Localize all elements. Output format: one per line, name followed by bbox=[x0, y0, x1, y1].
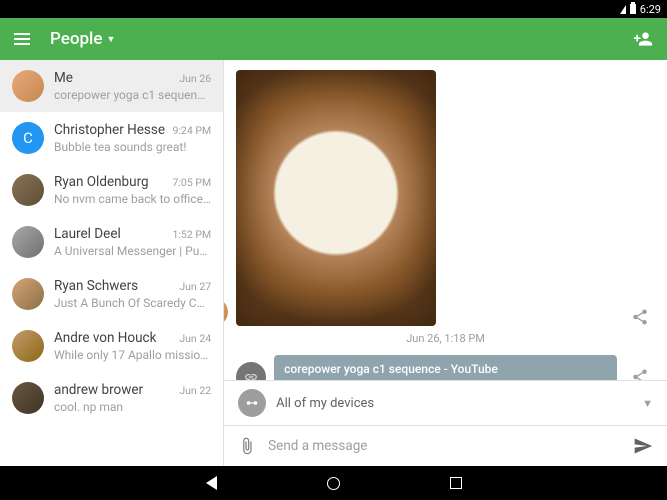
link-message-row: corepower yoga c1 sequence - YouTube you… bbox=[236, 355, 655, 380]
conversation-time: Jun 24 bbox=[179, 332, 211, 345]
message-list: Jun 26, 1:18 PM corepower yoga c1 sequen… bbox=[224, 60, 667, 380]
message-image[interactable] bbox=[236, 70, 436, 326]
conversation-preview: Bubble tea sounds great! bbox=[54, 140, 211, 154]
conversation-name: Laurel Deel bbox=[54, 226, 121, 242]
title-dropdown[interactable]: People ▼ bbox=[50, 29, 115, 49]
avatar bbox=[12, 330, 44, 362]
link-source-icon bbox=[236, 362, 266, 380]
avatar: C bbox=[12, 122, 44, 154]
chevron-down-icon: ▼ bbox=[642, 397, 653, 410]
recents-button[interactable] bbox=[450, 477, 462, 489]
conversation-preview: Just A Bunch Of Scaredy Cats! - YouTube bbox=[54, 296, 211, 310]
signal-icon bbox=[620, 5, 626, 14]
message-avatar bbox=[224, 298, 228, 326]
devices-icon bbox=[238, 389, 266, 417]
battery-icon bbox=[630, 4, 636, 14]
conversation-name: Me bbox=[54, 70, 73, 86]
conversation-time: Jun 27 bbox=[179, 280, 211, 293]
conversation-time: 1:52 PM bbox=[172, 228, 211, 241]
send-button[interactable] bbox=[633, 436, 653, 456]
main-content: Me Jun 26 corepower yoga c1 sequence - Y… bbox=[0, 60, 667, 466]
link-bubble[interactable]: corepower yoga c1 sequence - YouTube you… bbox=[274, 355, 617, 380]
conversation-list: Me Jun 26 corepower yoga c1 sequence - Y… bbox=[0, 60, 224, 466]
app-bar: People ▼ bbox=[0, 18, 667, 60]
link-title: corepower yoga c1 sequence - YouTube bbox=[284, 362, 607, 376]
conversation-item[interactable]: andrew brower Jun 22 cool. np man bbox=[0, 372, 223, 424]
avatar bbox=[12, 278, 44, 310]
conversation-time: Jun 26 bbox=[179, 72, 211, 85]
conversation-preview: cool. np man bbox=[54, 400, 211, 414]
share-icon[interactable] bbox=[625, 308, 655, 326]
back-button[interactable] bbox=[206, 476, 217, 490]
chevron-down-icon: ▼ bbox=[107, 34, 116, 45]
chat-pane: Jun 26, 1:18 PM corepower yoga c1 sequen… bbox=[224, 60, 667, 466]
attachment-icon[interactable] bbox=[238, 437, 256, 455]
add-contact-icon[interactable] bbox=[633, 29, 653, 49]
conversation-item[interactable]: Ryan Schwers Jun 27 Just A Bunch Of Scar… bbox=[0, 268, 223, 320]
share-icon[interactable] bbox=[625, 368, 655, 380]
conversation-time: Jun 22 bbox=[179, 384, 211, 397]
avatar bbox=[12, 70, 44, 102]
image-message-row bbox=[236, 70, 655, 326]
conversation-item[interactable]: Ryan Oldenburg 7:05 PM No nvm came back … bbox=[0, 164, 223, 216]
status-time: 6:29 bbox=[640, 3, 661, 16]
avatar bbox=[12, 174, 44, 206]
conversation-name: Ryan Schwers bbox=[54, 278, 138, 294]
conversation-preview: While only 17 Apallo missions https://en… bbox=[54, 348, 211, 362]
avatar bbox=[12, 382, 44, 414]
conversation-preview: corepower yoga c1 sequence - YouTube bbox=[54, 88, 211, 102]
conversation-time: 7:05 PM bbox=[172, 176, 211, 189]
android-nav-bar bbox=[0, 466, 667, 500]
conversation-preview: No nvm came back to office to pick up s… bbox=[54, 192, 211, 206]
conversation-name: Ryan Oldenburg bbox=[54, 174, 149, 190]
message-input[interactable] bbox=[268, 438, 621, 454]
conversation-item[interactable]: Andre von Houck Jun 24 While only 17 Apa… bbox=[0, 320, 223, 372]
android-status-bar: 6:29 bbox=[0, 0, 667, 18]
device-label: All of my devices bbox=[276, 396, 632, 411]
conversation-time: 9:24 PM bbox=[172, 124, 211, 137]
device-selector[interactable]: All of my devices ▼ bbox=[224, 380, 667, 425]
menu-icon[interactable] bbox=[14, 33, 30, 45]
message-timestamp: Jun 26, 1:18 PM bbox=[236, 332, 655, 345]
message-input-row bbox=[224, 425, 667, 466]
home-button[interactable] bbox=[327, 477, 340, 490]
conversation-name: Andre von Houck bbox=[54, 330, 156, 346]
conversation-item[interactable]: Laurel Deel 1:52 PM A Universal Messenge… bbox=[0, 216, 223, 268]
conversation-name: andrew brower bbox=[54, 382, 143, 398]
avatar bbox=[12, 226, 44, 258]
conversation-name: Christopher Hesse bbox=[54, 122, 165, 138]
conversation-item[interactable]: Me Jun 26 corepower yoga c1 sequence - Y… bbox=[0, 60, 223, 112]
conversation-preview: A Universal Messenger | Pushbullet Blog bbox=[54, 244, 211, 258]
conversation-item[interactable]: C Christopher Hesse 9:24 PM Bubble tea s… bbox=[0, 112, 223, 164]
page-title: People bbox=[50, 29, 103, 49]
